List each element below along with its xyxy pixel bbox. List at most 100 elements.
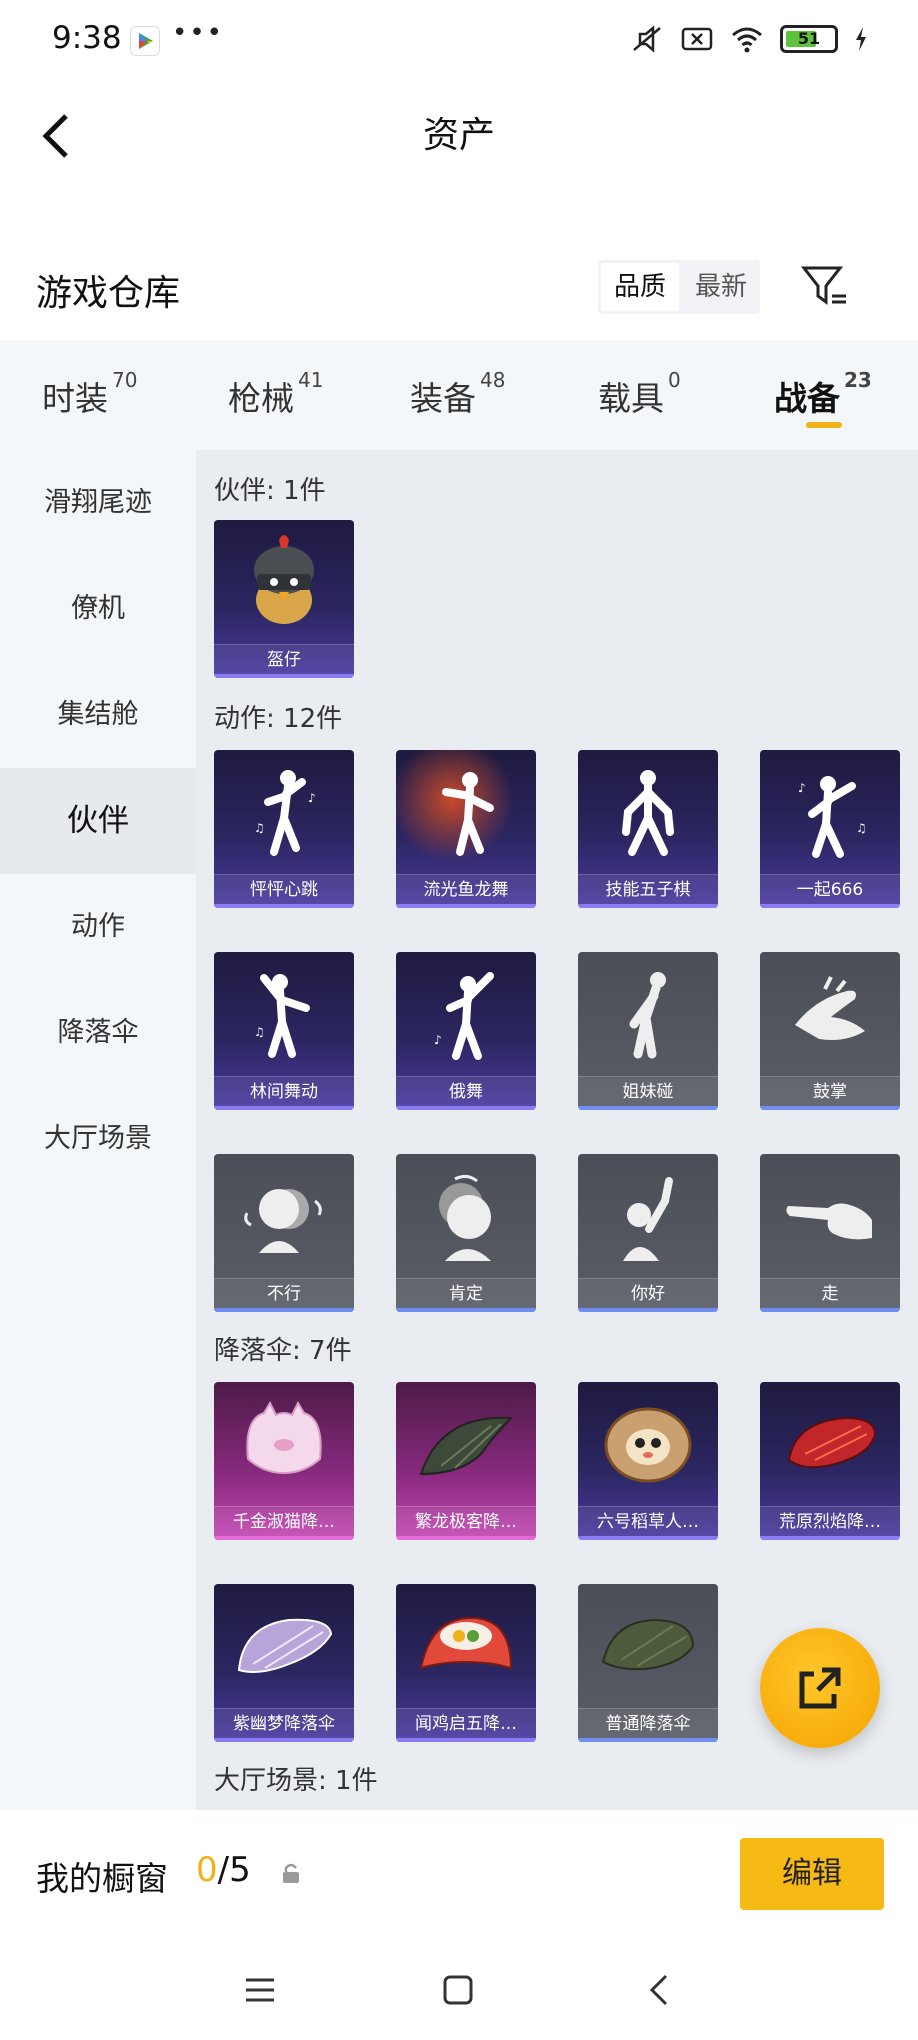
filter-icon[interactable] — [800, 262, 848, 310]
helmet-chick-icon — [214, 520, 354, 644]
sidebar-item-lobby-scene[interactable]: 大厅场景 — [0, 1086, 196, 1192]
item-card-parachute[interactable]: 千金淑猫降… — [214, 1382, 354, 1540]
item-card-parachute[interactable]: 六号稻草人… — [578, 1382, 718, 1540]
parachute-icon — [214, 1584, 354, 1708]
quality-bar — [578, 1106, 718, 1110]
sidebar-item-glide-trail[interactable]: 滑翔尾迹 — [0, 450, 196, 556]
svg-text:♪: ♪ — [308, 791, 316, 805]
dance-pose-icon: ♪ ♫ — [760, 750, 900, 874]
svg-text:♫: ♫ — [254, 1025, 265, 1039]
item-label: 紫幽梦降落伞 — [214, 1708, 354, 1738]
parachute-icon — [396, 1584, 536, 1708]
sort-by-newest[interactable]: 最新 — [682, 260, 760, 314]
parachute-icon — [396, 1382, 536, 1506]
edit-button[interactable]: 编辑 — [740, 1838, 884, 1910]
sidebar-item-actions[interactable]: 动作 — [0, 874, 196, 980]
item-label: 肯定 — [396, 1278, 536, 1308]
item-grid: 伙伴: 1件 盔仔 动作: 12件 ♪ ♫ 怦怦心跳 流光鱼龙舞 技能五子棋 ♪ ♫… — [196, 450, 918, 1810]
app-header: 资产 — [0, 84, 918, 184]
section-title-lobby: 大厅场景: 1件 — [214, 1766, 378, 1796]
mute-icon — [633, 25, 661, 53]
item-card-action[interactable]: 不行 — [214, 1154, 354, 1312]
item-label: 你好 — [578, 1278, 718, 1308]
item-card-action[interactable]: ♪ ♫ 一起666 — [760, 750, 900, 908]
item-card-action[interactable]: ♫ 林间舞动 — [214, 952, 354, 1110]
sidebar-item-rally-pod[interactable]: 集结舱 — [0, 662, 196, 768]
item-card-action[interactable]: 你好 — [578, 1154, 718, 1312]
item-card-action[interactable]: ♪ 俄舞 — [396, 952, 536, 1110]
item-label: 千金淑猫降… — [214, 1506, 354, 1536]
menu-icon[interactable] — [240, 1970, 280, 2010]
home-icon[interactable] — [438, 1970, 478, 2010]
active-tab-indicator — [806, 422, 842, 428]
item-card-action[interactable]: 肯定 — [396, 1154, 536, 1312]
item-label: 技能五子棋 — [578, 874, 718, 904]
tab-count: 23 — [844, 368, 872, 392]
item-card-parachute[interactable]: 荒原烈焰降… — [760, 1382, 900, 1540]
sidebar: 滑翔尾迹 僚机 集结舱 伙伴 动作 降落伞 大厅场景 — [0, 450, 196, 1810]
sidebar-item-partner[interactable]: 伙伴 — [0, 768, 196, 874]
scarecrow-parachute-icon — [578, 1382, 718, 1506]
sidebar-item-parachute[interactable]: 降落伞 — [0, 980, 196, 1086]
head-shake-icon — [214, 1154, 354, 1278]
tab-equipment[interactable]: 装备 48 — [410, 368, 505, 420]
item-label: 荒原烈焰降… — [760, 1506, 900, 1536]
play-store-icon — [130, 26, 160, 56]
item-label: 闻鸡启五降… — [396, 1708, 536, 1738]
item-card-parachute[interactable]: 紫幽梦降落伞 — [214, 1584, 354, 1742]
sidebar-item-wingman[interactable]: 僚机 — [0, 556, 196, 662]
head-nod-icon — [396, 1154, 536, 1278]
clap-hands-icon — [760, 952, 900, 1076]
parachute-icon — [760, 1382, 900, 1506]
quality-bar — [760, 1106, 900, 1110]
dance-pose-icon: ♫ — [214, 952, 354, 1076]
tab-guns[interactable]: 枪械 41 — [228, 368, 323, 420]
quality-bar — [214, 1106, 354, 1110]
section-title-parachutes: 降落伞: 7件 — [214, 1336, 352, 1366]
tab-battle-prep[interactable]: 战备 23 — [774, 368, 872, 420]
tab-vehicles[interactable]: 载具 0 — [598, 368, 681, 420]
category-tabs: 时装 70 枪械 41 装备 48 载具 0 战备 23 — [0, 340, 918, 450]
item-card-parachute[interactable]: 繁龙极客降… — [396, 1382, 536, 1540]
item-label: 俄舞 — [396, 1076, 536, 1106]
hip-bump-icon — [578, 952, 718, 1076]
tab-count: 48 — [480, 368, 506, 392]
item-card-action[interactable]: 鼓掌 — [760, 952, 900, 1110]
showcase-label: 我的橱窗 — [36, 1859, 168, 1898]
quality-bar — [214, 1308, 354, 1312]
section-title-partners: 伙伴: 1件 — [214, 476, 326, 506]
item-label: 不行 — [214, 1278, 354, 1308]
page-title: 资产 — [422, 115, 495, 156]
item-card-action[interactable]: 走 — [760, 1154, 900, 1312]
quality-bar — [578, 1308, 718, 1312]
share-button[interactable] — [760, 1628, 880, 1748]
quality-bar — [214, 674, 354, 678]
item-card-parachute[interactable]: 闻鸡启五降… — [396, 1584, 536, 1742]
parachute-icon — [578, 1584, 718, 1708]
share-icon — [799, 1667, 841, 1709]
item-card-action[interactable]: 技能五子棋 — [578, 750, 718, 908]
sort-toggle: 品质 最新 — [598, 260, 760, 314]
item-label: 姐妹碰 — [578, 1076, 718, 1106]
dance-pose-icon: ♪ — [396, 952, 536, 1076]
item-label: 盔仔 — [214, 644, 354, 674]
showcase-count: 0/5 — [196, 1850, 251, 1890]
showcase-bar: 我的橱窗 0/5 编辑 — [0, 1810, 918, 1940]
lock-icon — [283, 1863, 299, 1883]
item-card-action[interactable]: 姐妹碰 — [578, 952, 718, 1110]
item-card-helmet-chick[interactable]: 盔仔 — [214, 520, 354, 678]
item-label: 林间舞动 — [214, 1076, 354, 1106]
quality-bar — [578, 1738, 718, 1742]
quality-bar — [396, 1536, 536, 1540]
point-hand-icon — [760, 1154, 900, 1278]
sort-by-quality[interactable]: 品质 — [601, 263, 679, 311]
back-nav-icon[interactable] — [640, 1970, 680, 2010]
item-card-parachute[interactable]: 普通降落伞 — [578, 1584, 718, 1742]
tab-fashion[interactable]: 时装 70 — [42, 368, 137, 420]
warehouse-title: 游戏仓库 — [36, 273, 181, 314]
cat-parachute-icon — [214, 1382, 354, 1506]
item-card-action[interactable]: ♪ ♫ 怦怦心跳 — [214, 750, 354, 908]
quality-bar — [396, 1308, 536, 1312]
item-card-action[interactable]: 流光鱼龙舞 — [396, 750, 536, 908]
item-label: 走 — [760, 1278, 900, 1308]
